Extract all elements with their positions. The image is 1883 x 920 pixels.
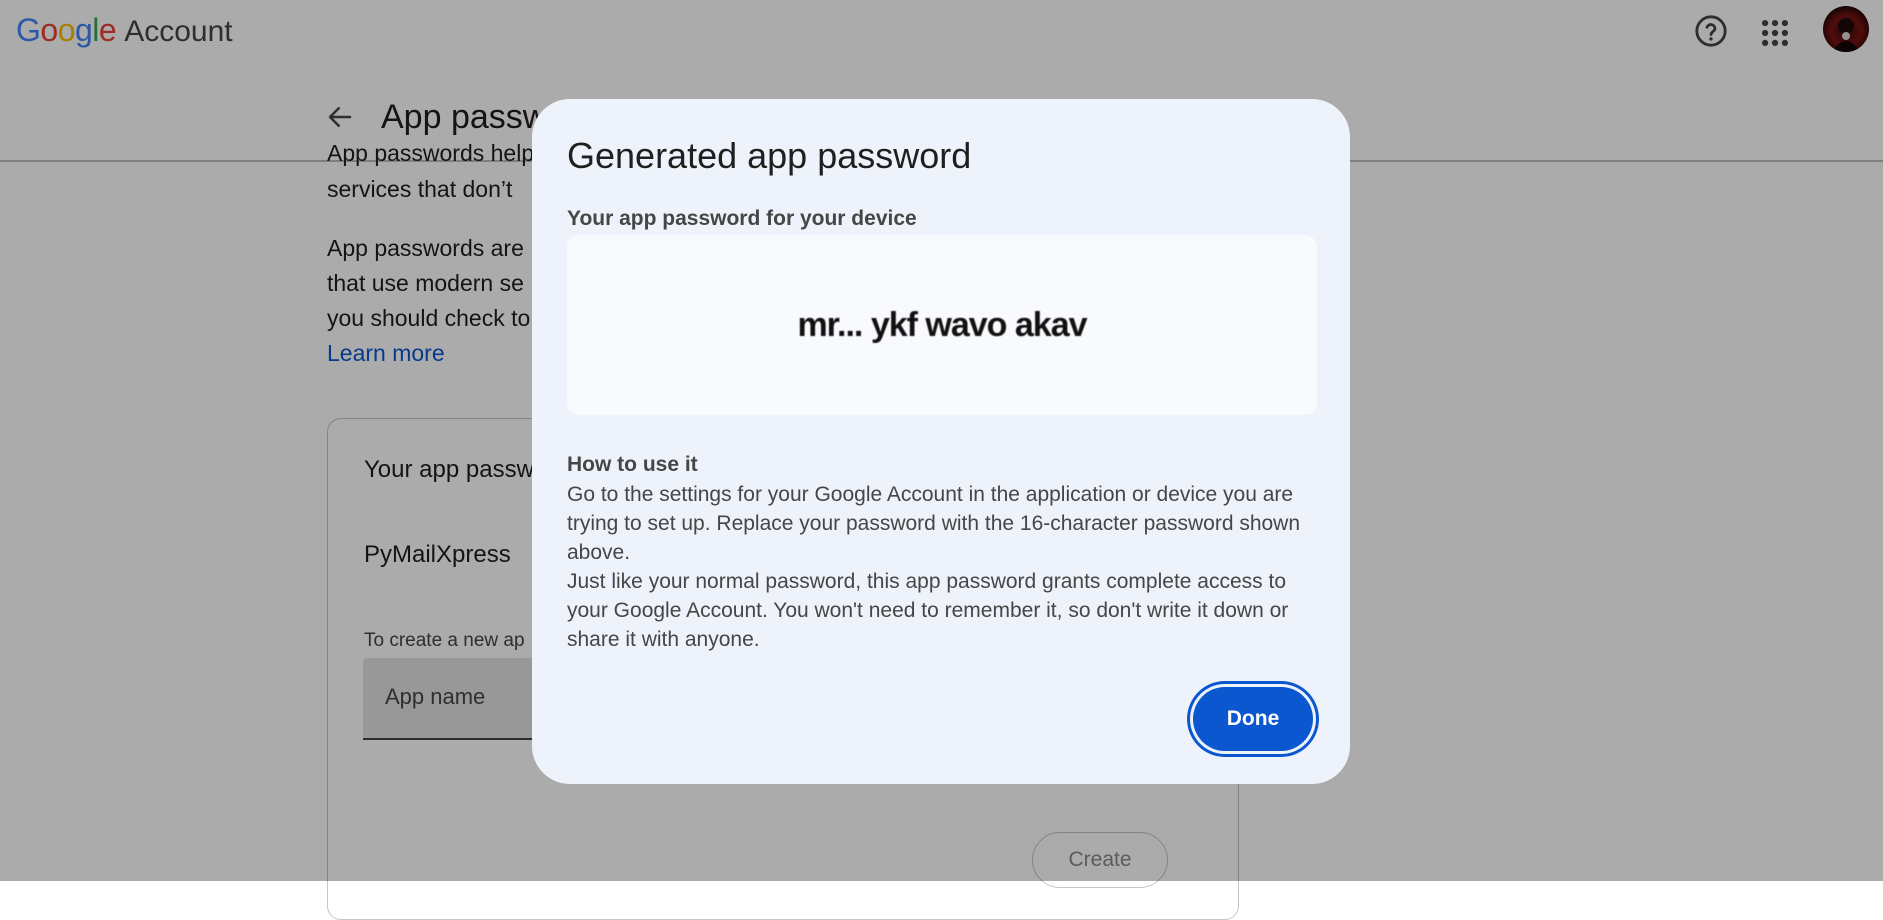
password-box: mr... ykf wavo akav bbox=[567, 235, 1317, 415]
done-button[interactable]: Done bbox=[1193, 687, 1313, 751]
how-to-use-body: Go to the settings for your Google Accou… bbox=[567, 480, 1327, 654]
instructions-paragraph: Go to the settings for your Google Accou… bbox=[567, 483, 1301, 564]
generated-password: mr... ykf wavo akav bbox=[797, 305, 1087, 344]
generated-password-dialog: Generated app password Your app password… bbox=[532, 99, 1350, 784]
warning-paragraph: Just like your normal password, this app… bbox=[567, 570, 1289, 651]
dialog-title: Generated app password bbox=[567, 135, 972, 176]
how-to-use-heading: How to use it bbox=[567, 453, 698, 476]
password-label: Your app password for your device bbox=[567, 207, 917, 230]
